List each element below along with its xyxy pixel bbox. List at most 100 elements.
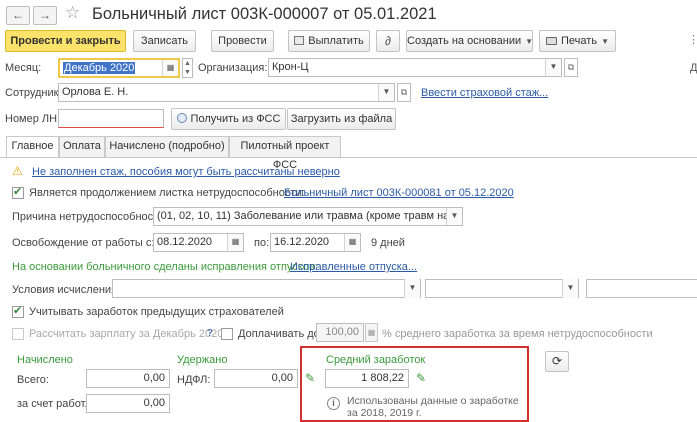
days-count: 9 дней <box>371 237 405 249</box>
dropdown-arrow-icon[interactable]: ▼ <box>446 208 462 225</box>
arrow-left-icon: ← <box>12 8 24 22</box>
release-from-field[interactable]: 08.12.2020 ▦ <box>153 233 244 252</box>
employee-field[interactable]: Орлова Е. Н. ▼ <box>58 83 395 102</box>
open-organization-icon[interactable]: ⧉ <box>564 58 578 77</box>
employee-label: Сотрудник: <box>5 87 62 99</box>
corrected-vacations-link[interactable]: Исправленные отпуска... <box>290 261 417 273</box>
open-employee-icon[interactable]: ⧉ <box>397 83 411 102</box>
create-based-on-button[interactable]: Создать на основании ▼ <box>406 30 533 52</box>
warning-icon: ⚠ <box>12 164 23 178</box>
pay-button[interactable]: Выплатить <box>288 30 370 52</box>
employee-value: Орлова Е. Н. <box>62 86 129 98</box>
more-icon[interactable]: ⋮ <box>688 33 697 46</box>
favorite-star-icon[interactable]: ☆ <box>65 3 80 23</box>
accrued-title: Начислено <box>17 354 73 366</box>
arrow-right-icon: → <box>39 8 51 22</box>
release-to-value: 16.12.2020 <box>274 236 330 248</box>
month-field[interactable]: Декабрь 2020 ▦ <box>58 58 180 78</box>
calc-salary-checkbox[interactable] <box>12 328 24 340</box>
average-earnings-info: Использованы данные о заработке за 2018,… <box>347 395 519 419</box>
get-from-fss-button[interactable]: Получить из ФСС <box>171 108 286 130</box>
dropdown-arrow-icon[interactable]: ▼ <box>404 279 420 298</box>
employer-share-field[interactable]: 0,00 <box>86 394 170 413</box>
post-and-close-button[interactable]: Провести и закрыть <box>5 30 126 52</box>
previous-employers-label: Учитывать заработок предыдущих страховат… <box>29 306 284 318</box>
tab-payment[interactable]: Оплата <box>59 136 105 157</box>
conditions-select-2[interactable]: ▼ <box>425 279 579 298</box>
release-from-value: 08.12.2020 <box>157 236 213 248</box>
employer-share-label: за счет работ.: <box>17 398 91 410</box>
sick-leave-number-label: Номер ЛН: <box>5 113 61 125</box>
truncated-label: Д <box>690 62 697 74</box>
printer-icon <box>546 37 558 45</box>
continuation-checkbox[interactable] <box>12 185 24 199</box>
top-up-suffix: % среднего заработка за время нетрудоспо… <box>382 328 653 340</box>
release-from-label: Освобождение от работы с: <box>12 237 155 249</box>
insurance-experience-link[interactable]: Ввести страховой стаж... <box>421 87 548 99</box>
calc-salary-label: Рассчитать зарплату за Декабрь 2020 <box>29 328 224 340</box>
fss-globe-icon <box>176 113 187 123</box>
reason-value: (01, 02, 10, 11) Заболевание или травма … <box>157 210 463 222</box>
get-fss-label: Получить из ФСС <box>190 113 281 125</box>
average-earnings-field[interactable]: 1 808,22 <box>325 369 409 388</box>
ndfl-label: НДФЛ: <box>177 374 211 386</box>
average-earnings-title: Средний заработок <box>326 354 426 366</box>
continuation-label: Является продолжением листка нетрудоспос… <box>29 187 305 199</box>
forward-button[interactable]: → <box>33 6 57 25</box>
ndfl-field[interactable]: 0,00 <box>214 369 298 388</box>
organization-value: Крон-Ц <box>272 61 309 73</box>
print-button[interactable]: Печать ▼ <box>539 30 616 52</box>
top-up-label: Доплачивать до <box>238 328 320 340</box>
release-to-field[interactable]: 16.12.2020 ▦ <box>270 233 361 252</box>
calendar-icon[interactable]: ▦ <box>162 60 178 76</box>
insurance-warning-link[interactable]: Не заполнен стаж, пособия могут быть рас… <box>32 166 340 178</box>
top-up-percent-field[interactable]: 100,00 <box>316 323 364 342</box>
attachment-button[interactable]: ∂ <box>376 30 400 52</box>
calculator-icon[interactable]: ▦ <box>365 323 378 342</box>
back-button[interactable]: ← <box>6 6 30 25</box>
load-from-file-button[interactable]: Загрузить из файла <box>287 108 396 130</box>
refresh-button[interactable]: ⟳ <box>545 351 569 372</box>
dropdown-arrow-icon[interactable]: ▼ <box>562 279 578 298</box>
dropdown-arrow-icon: ▼ <box>525 37 534 46</box>
paperclip-icon: ∂ <box>385 34 391 48</box>
tab-main[interactable]: Главное <box>6 136 59 158</box>
dropdown-arrow-icon[interactable]: ▼ <box>378 84 394 101</box>
save-button[interactable]: Записать <box>133 30 196 52</box>
dropdown-arrow-icon: ▼ <box>601 37 609 46</box>
calendar-icon[interactable]: ▦ <box>344 234 360 251</box>
continuation-link[interactable]: Больничный лист 003К-000081 от 05.12.202… <box>284 187 514 199</box>
create-based-label: Создать на основании <box>407 35 522 47</box>
conditions-label: Условия исчисления: <box>12 284 121 296</box>
organization-field[interactable]: Крон-Ц ▼ <box>268 58 562 77</box>
post-button[interactable]: Провести <box>211 30 274 52</box>
previous-employers-checkbox[interactable] <box>12 304 24 318</box>
conditions-select-3[interactable] <box>586 279 697 298</box>
dropdown-arrow-icon[interactable]: ▼ <box>545 59 561 76</box>
help-icon[interactable]: ? <box>207 328 213 339</box>
total-accrued-field[interactable]: 0,00 <box>86 369 170 388</box>
print-label: Печать <box>561 35 598 47</box>
release-to-label: по: <box>254 237 270 249</box>
info-icon: i <box>327 397 340 410</box>
tabs-divider <box>0 157 697 158</box>
withheld-title: Удержано <box>177 354 228 366</box>
refresh-icon: ⟳ <box>551 354 563 368</box>
page-title: Больничный лист 003К-000007 от 05.01.202… <box>92 5 437 23</box>
vacation-correction-note: На основании больничного сделаны исправл… <box>12 261 318 273</box>
month-spinner[interactable]: ▲ ▼ <box>182 58 193 78</box>
tab-accrued-detailed[interactable]: Начислено (подробно) <box>105 136 229 157</box>
reason-label: Причина нетрудоспособности: <box>12 211 168 223</box>
month-label: Месяц: <box>5 62 42 74</box>
tab-fss-pilot[interactable]: Пилотный проект ФСС <box>229 136 341 171</box>
sick-leave-number-field[interactable] <box>58 109 164 128</box>
calendar-icon[interactable]: ▦ <box>227 234 243 251</box>
pay-icon <box>294 36 305 45</box>
top-up-checkbox[interactable] <box>221 328 233 340</box>
total-label: Всего: <box>17 374 49 386</box>
edit-average-pencil-icon[interactable]: ✎ <box>416 371 426 385</box>
reason-field[interactable]: (01, 02, 10, 11) Заболевание или травма … <box>153 207 463 226</box>
conditions-select-1[interactable]: ▼ <box>112 279 421 298</box>
pay-label: Выплатить <box>308 35 364 47</box>
organization-label: Организация: <box>198 62 268 74</box>
